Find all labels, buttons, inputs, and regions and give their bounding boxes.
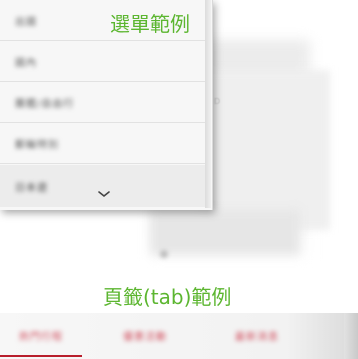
menu-item[interactable]: 國內 (0, 41, 205, 82)
background-panel (200, 70, 330, 230)
menu-item-label: 國內 (15, 57, 37, 69)
active-tab-indicator (0, 355, 82, 357)
tab-promo[interactable]: 優惠活動 (104, 313, 186, 357)
chevron-down-icon[interactable] (96, 189, 112, 199)
background-strip (150, 210, 300, 255)
menu-item-label: 郵輪特別 (15, 139, 59, 151)
menu-item[interactable]: 日本遊 (0, 165, 205, 207)
menu-example-caption: 選單範例 (110, 12, 190, 36)
menu-item[interactable]: 團體/自由行 (0, 82, 205, 123)
tab-hot[interactable]: 熱門行程 (0, 313, 82, 357)
tab-label: 最新消息 (235, 331, 279, 343)
menu-item[interactable]: 郵輪特別 (0, 123, 205, 164)
tab-bar: 熱門行程 優惠活動 最新消息 (0, 313, 358, 359)
tab-scroll-edge[interactable] (344, 313, 358, 359)
tab-example-caption: 頁籤(tab)範例 (103, 285, 232, 309)
tab-label: 優惠活動 (123, 331, 167, 343)
menu-item-label: 日本遊 (15, 182, 48, 194)
menu-item-label: 出國 (15, 16, 37, 28)
menu-item-label: 團體/自由行 (15, 98, 75, 110)
menu-scrollbar[interactable] (205, 0, 211, 208)
tab-label: 熱門行程 (19, 331, 63, 343)
background-dot (160, 250, 168, 258)
tab-news[interactable]: 最新消息 (216, 313, 298, 357)
